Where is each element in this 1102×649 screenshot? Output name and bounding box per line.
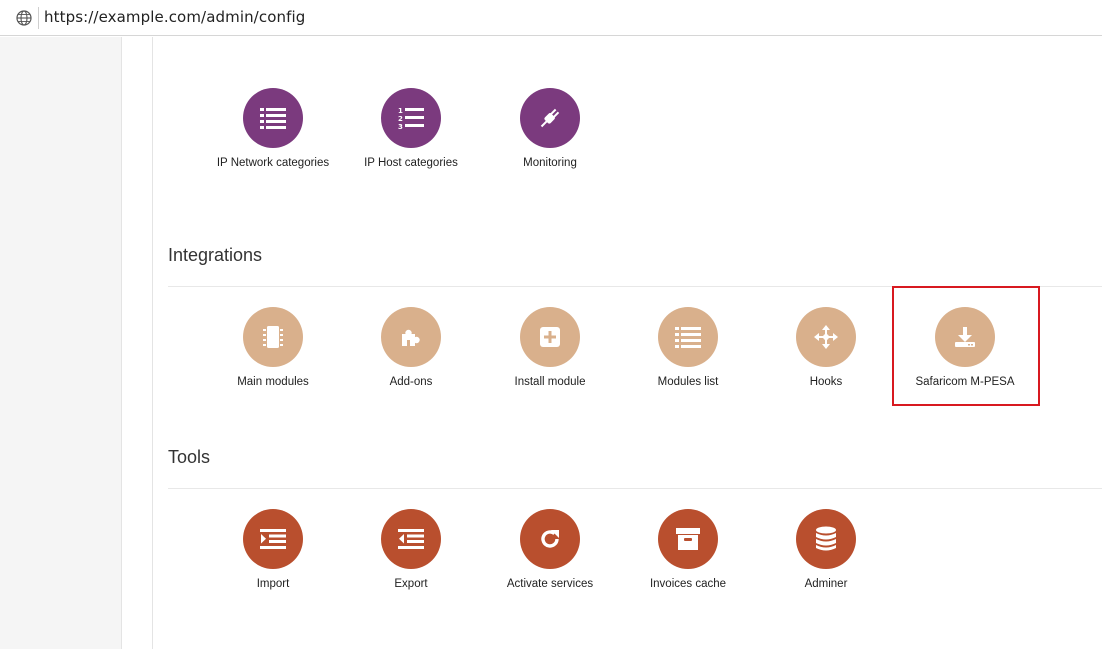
move-arrows-icon — [796, 307, 856, 367]
plus-square-icon — [520, 307, 580, 367]
ordered-list-icon: 1 2 3 — [381, 88, 441, 148]
section-title-integrations: Integrations — [168, 245, 263, 265]
archive-icon — [658, 509, 718, 569]
tile-adminer[interactable]: Adminer — [766, 509, 886, 593]
tile-ip-host-categories[interactable]: 1 2 3 IP Host categories — [351, 88, 471, 172]
tile-label: Modules list — [657, 376, 719, 388]
tile-label: Adminer — [804, 578, 848, 590]
tile-install-module[interactable]: Install module — [490, 307, 610, 391]
tile-monitoring[interactable]: Monitoring — [490, 88, 610, 172]
tile-label: Install module — [514, 376, 586, 388]
tile-label: Import — [256, 578, 290, 590]
tile-label: Hooks — [809, 376, 843, 388]
tile-label: Invoices cache — [649, 578, 727, 590]
svg-text:2: 2 — [398, 115, 403, 123]
tile-import[interactable]: Import — [213, 509, 333, 593]
indent-icon — [243, 509, 303, 569]
tile-label: Main modules — [237, 376, 309, 388]
url-separator — [38, 7, 39, 29]
svg-text:3: 3 — [398, 123, 403, 130]
tile-label: IP Host categories — [364, 157, 458, 169]
puzzle-icon — [381, 307, 441, 367]
url-text[interactable]: https://example.com/admin/config — [44, 8, 305, 26]
tile-label: Monitoring — [523, 157, 577, 169]
tile-label: Add-ons — [389, 376, 433, 388]
tile-export[interactable]: Export — [351, 509, 471, 593]
tile-ip-network-categories[interactable]: IP Network categories — [213, 88, 333, 172]
tile-hooks[interactable]: Hooks — [766, 307, 886, 391]
refresh-icon — [520, 509, 580, 569]
tile-activate-services[interactable]: Activate services — [490, 509, 610, 593]
content-divider — [152, 37, 153, 649]
database-icon — [796, 509, 856, 569]
list-icon — [243, 88, 303, 148]
chip-icon — [243, 307, 303, 367]
tile-label: Activate services — [506, 578, 594, 590]
tile-modules-list[interactable]: Modules list — [628, 307, 748, 391]
outdent-icon — [381, 509, 441, 569]
highlight-box — [892, 286, 1040, 406]
tile-main-modules[interactable]: Main modules — [213, 307, 333, 391]
browser-url-bar[interactable]: https://example.com/admin/config — [0, 0, 1102, 36]
plug-icon — [520, 88, 580, 148]
list-icon — [658, 307, 718, 367]
tile-label: IP Network categories — [216, 157, 330, 169]
left-sidebar — [0, 37, 122, 649]
globe-icon — [16, 10, 32, 26]
section-title-tools: Tools — [168, 447, 211, 467]
tile-add-ons[interactable]: Add-ons — [351, 307, 471, 391]
tile-label: Export — [394, 578, 428, 590]
tile-invoices-cache[interactable]: Invoices cache — [628, 509, 748, 593]
section-divider — [168, 488, 1102, 489]
svg-text:1: 1 — [398, 107, 403, 115]
